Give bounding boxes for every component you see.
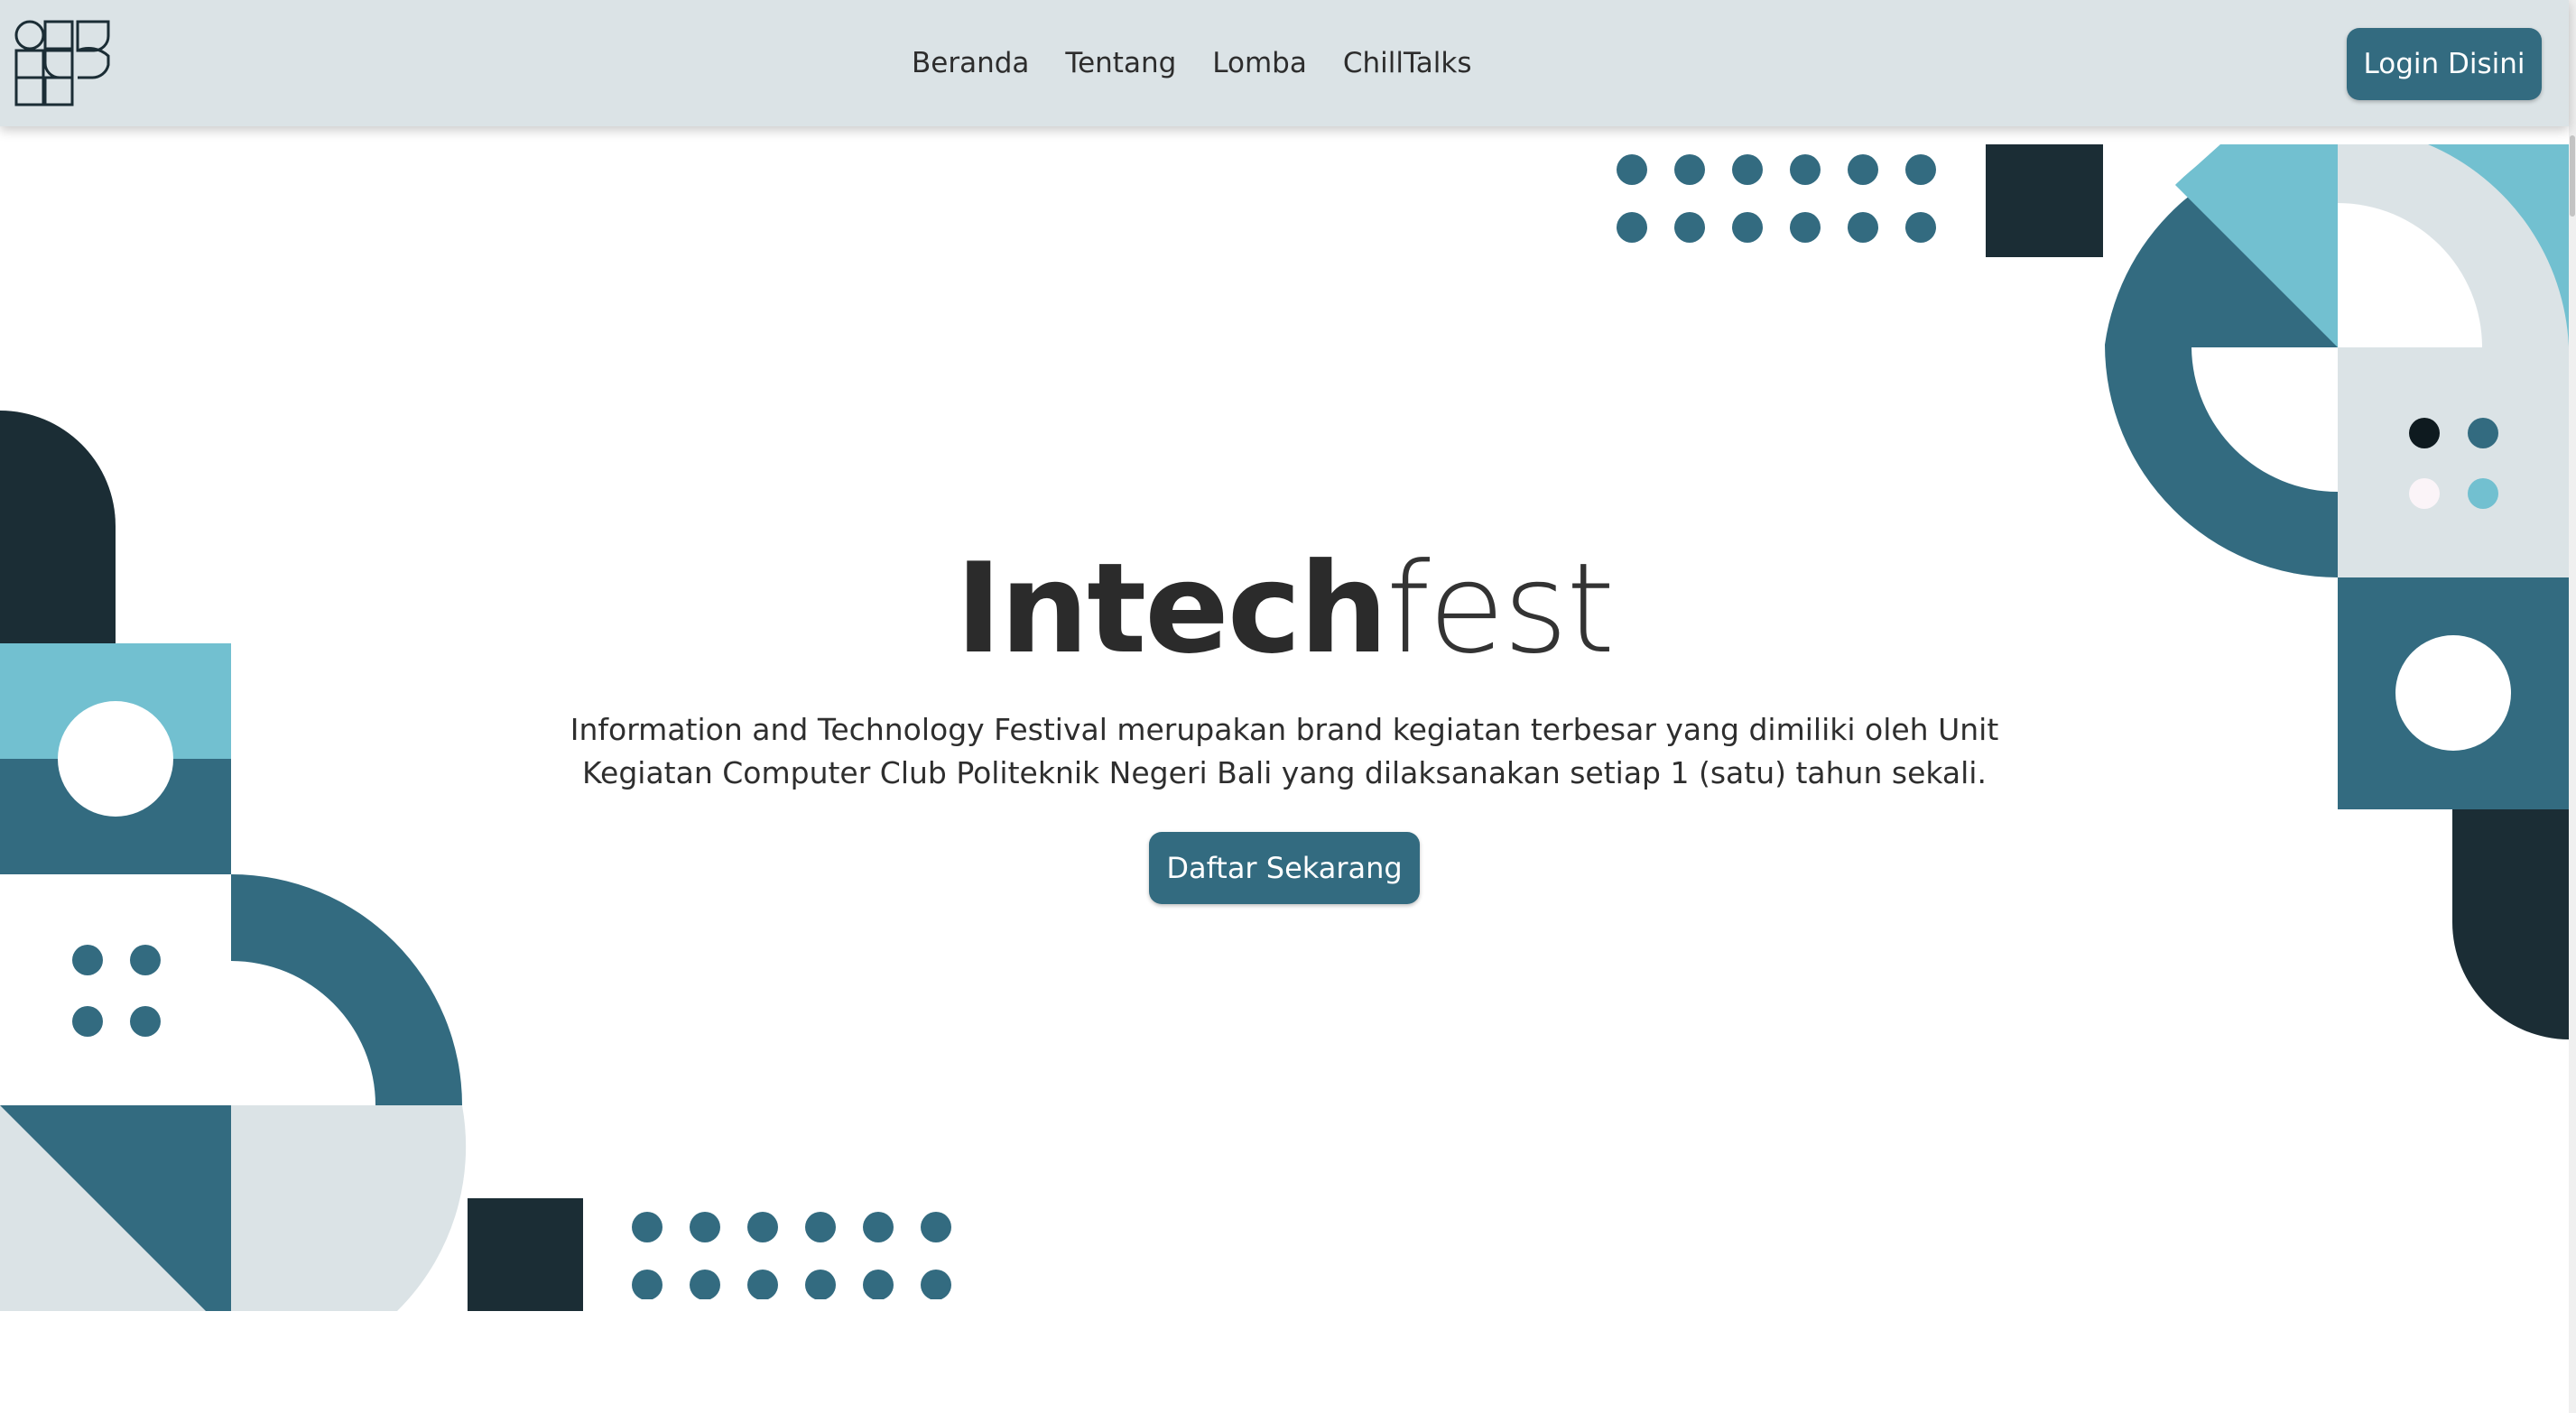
navbar: Beranda Tentang Lomba ChillTalks Login D… (0, 0, 2569, 126)
top-dot-grid (1617, 154, 1936, 243)
intechfest-logo[interactable] (14, 20, 110, 106)
top-dark-square (1986, 144, 2103, 257)
nav-link-tentang[interactable]: Tentang (1065, 43, 1176, 83)
nav-link-chilltalks[interactable]: ChillTalks (1343, 43, 1472, 83)
daftar-sekarang-button[interactable]: Daftar Sekarang (1149, 832, 1420, 904)
nav-link-beranda[interactable]: Beranda (912, 43, 1029, 83)
hero-title-light: fest (1385, 536, 1615, 681)
scrollbar[interactable] (2569, 0, 2576, 1413)
bottom-dark-square (468, 1198, 583, 1311)
hero-title-bold: Intech (955, 536, 1388, 681)
hero-title: Intechfest (0, 537, 2569, 681)
scrollbar-thumb[interactable] (2570, 135, 2575, 217)
nav-links: Beranda Tentang Lomba ChillTalks (912, 43, 1472, 83)
hero-description: Information and Technology Festival meru… (570, 712, 1999, 790)
bottom-dot-grid (632, 1212, 951, 1299)
nav-link-lomba[interactable]: Lomba (1212, 43, 1307, 83)
login-button[interactable]: Login Disini (2347, 28, 2542, 100)
